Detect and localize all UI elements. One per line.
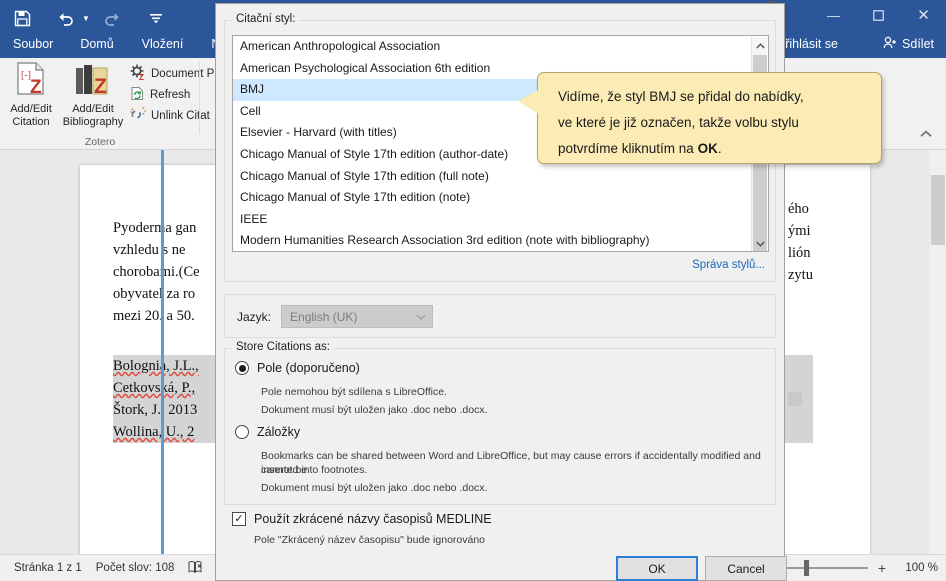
undo-dropdown-icon[interactable]: ▼ <box>82 14 90 23</box>
redo-icon[interactable] <box>90 3 134 33</box>
document-vertical-scrollbar[interactable] <box>930 150 946 554</box>
callout-line-3-pre: potvrdíme kliknutím na <box>558 141 698 156</box>
language-row: Jazyk: English (UK) <box>237 305 434 328</box>
tab-soubor[interactable]: Soubor <box>0 30 66 58</box>
medline-checkbox-row[interactable]: ✓ Použít zkrácené názvy časopisů MEDLINE <box>232 512 492 526</box>
cancel-button[interactable]: Cancel <box>705 556 787 581</box>
document-preferences-icon: Z <box>130 64 146 83</box>
radio-fields-label: Pole (doporučeno) <box>257 361 360 375</box>
share-button[interactable]: Sdílet <box>873 30 946 58</box>
style-item-ieee[interactable]: IEEE <box>233 209 768 231</box>
ribbon-group-separator <box>199 62 200 134</box>
callout-line-1: Vidíme, že styl BMJ se přidal do nabídky… <box>558 89 804 104</box>
share-person-icon <box>883 36 897 52</box>
fields-help-2: Dokument musí být uložen jako .doc nebo … <box>261 404 488 416</box>
zotero-small-buttons: Z Document P Refresh Unlink Citat <box>130 58 214 126</box>
unlink-citations-icon <box>130 106 147 125</box>
citation-style-legend: Citační styl: <box>232 13 300 25</box>
status-word-count[interactable]: Počet slov: 108 <box>96 562 175 574</box>
radio-fields[interactable]: Pole (doporučeno) <box>235 361 360 375</box>
language-value: English (UK) <box>290 309 358 324</box>
manage-styles-link[interactable]: Správa stylů... <box>692 259 765 271</box>
text-boundary-marker <box>161 150 164 554</box>
chevron-up-icon <box>755 42 765 48</box>
window-controls: — ✕ <box>811 0 946 30</box>
medline-checkbox[interactable]: ✓ <box>232 512 246 526</box>
medline-checkbox-label: Použít zkrácené názvy časopisů MEDLINE <box>254 512 492 526</box>
add-edit-bibliography-label: Add/Edit Bibliography <box>62 103 124 128</box>
tab-vlozeni[interactable]: Vložení <box>128 30 198 58</box>
unlink-citations-button[interactable]: Unlink Citat <box>130 105 214 126</box>
zoom-controls: — + 100 % <box>762 554 938 581</box>
radio-bookmarks[interactable]: Záložky <box>235 425 300 439</box>
add-edit-citation-label: Add/Edit Citation <box>10 103 52 128</box>
svg-text:Z: Z <box>94 75 107 98</box>
customize-qat-icon[interactable] <box>134 3 178 33</box>
radio-fields-indicator[interactable] <box>235 361 249 375</box>
svg-text:Z: Z <box>30 77 42 98</box>
zoom-percent-label[interactable]: 100 % <box>896 562 938 574</box>
language-label: Jazyk: <box>237 309 272 324</box>
doc-fragment: lión <box>788 245 811 261</box>
language-select[interactable]: English (UK) <box>281 305 434 328</box>
callout-ok-emphasis: OK <box>697 141 718 156</box>
close-button[interactable]: ✕ <box>901 0 946 30</box>
bookmarks-help-2: Dokument musí být uložen jako .doc nebo … <box>261 482 488 494</box>
status-page[interactable]: Stránka 1 z 1 <box>14 562 82 574</box>
collapse-ribbon-button[interactable] <box>916 124 936 144</box>
callout-line-3: potvrdíme kliknutím na OK. <box>558 136 865 162</box>
svg-text:Z: Z <box>139 73 144 80</box>
proofing-errors-icon[interactable] <box>188 560 203 576</box>
zoom-in-button[interactable]: + <box>876 560 888 576</box>
maximize-button[interactable] <box>856 0 901 30</box>
document-right-fragments: ého ými lión zytu <box>788 198 848 286</box>
radio-bookmarks-indicator[interactable] <box>235 425 249 439</box>
add-edit-citation-button[interactable]: [-] Z Add/Edit Citation <box>0 58 62 129</box>
style-item-american-anthropological-association[interactable]: American Anthropological Association <box>233 36 768 58</box>
add-edit-citation-icon: [-] Z <box>14 62 48 100</box>
add-edit-bibliography-icon: Z <box>73 62 113 100</box>
language-group: Jazyk: English (UK) <box>224 294 776 338</box>
doc-fragment: zytu <box>788 267 813 283</box>
share-label: Sdílet <box>902 37 934 51</box>
zotero-group-label: Zotero <box>84 136 116 148</box>
app-root: ▼ — ✕ Soubor Domů Vložení N Přihlásit se… <box>0 0 946 581</box>
instruction-callout: Vidíme, že styl BMJ se přidal do nabídky… <box>517 72 882 164</box>
refresh-label: Refresh <box>150 88 191 101</box>
callout-line-2: ve které je již označen, takže volbu sty… <box>558 115 799 130</box>
store-citations-group: Store Citations as: Pole (doporučeno) Po… <box>224 341 776 505</box>
refresh-button[interactable]: Refresh <box>130 84 214 105</box>
zotero-ribbon-group: [-] Z Add/Edit Citation Z Add/Edit Bibli… <box>0 58 214 148</box>
scroll-up-button[interactable] <box>752 37 768 54</box>
bookmarks-help-1b: inserted into footnotes. <box>261 464 368 476</box>
callout-text: Vidíme, že styl BMJ se přidal do nabídky… <box>538 73 881 162</box>
style-item-mhra-3rd-edition[interactable]: Modern Humanities Research Association 3… <box>233 230 768 251</box>
add-edit-bibliography-button[interactable]: Z Add/Edit Bibliography <box>62 58 124 129</box>
medline-help-text: Pole "Zkrácený název časopisu" bude igno… <box>254 534 486 546</box>
callout-line-3-post: . <box>717 141 722 156</box>
save-icon[interactable] <box>0 3 44 33</box>
zoom-slider[interactable] <box>782 559 868 576</box>
style-item-chicago-17th-full-note[interactable]: Chicago Manual of Style 17th edition (fu… <box>233 166 768 188</box>
minimize-button[interactable]: — <box>811 0 856 30</box>
document-preferences-button[interactable]: Z Document P <box>130 63 214 84</box>
document-right-highlight <box>788 392 802 406</box>
scroll-down-button[interactable] <box>752 235 768 251</box>
ok-button[interactable]: OK <box>616 556 698 581</box>
style-item-chicago-17th-note[interactable]: Chicago Manual of Style 17th edition (no… <box>233 187 768 209</box>
refresh-icon <box>130 86 145 104</box>
unlink-citations-label: Unlink Citat <box>151 109 210 122</box>
chevron-down-icon <box>416 312 426 322</box>
tab-domu[interactable]: Domů <box>66 30 127 58</box>
doc-fragment: ými <box>788 223 811 239</box>
radio-bookmarks-label: Záložky <box>257 425 301 439</box>
scrollbar-thumb[interactable] <box>931 175 945 245</box>
doc-fragment: ého <box>788 201 809 217</box>
store-citations-legend: Store Citations as: <box>232 341 334 353</box>
zoom-slider-thumb[interactable] <box>804 559 809 576</box>
document-preferences-label: Document P <box>151 67 215 80</box>
fields-help-1: Pole nemohou být sdílena s LibreOffice. <box>261 386 448 398</box>
chevron-up-icon <box>920 130 932 137</box>
chevron-down-icon <box>755 241 765 247</box>
